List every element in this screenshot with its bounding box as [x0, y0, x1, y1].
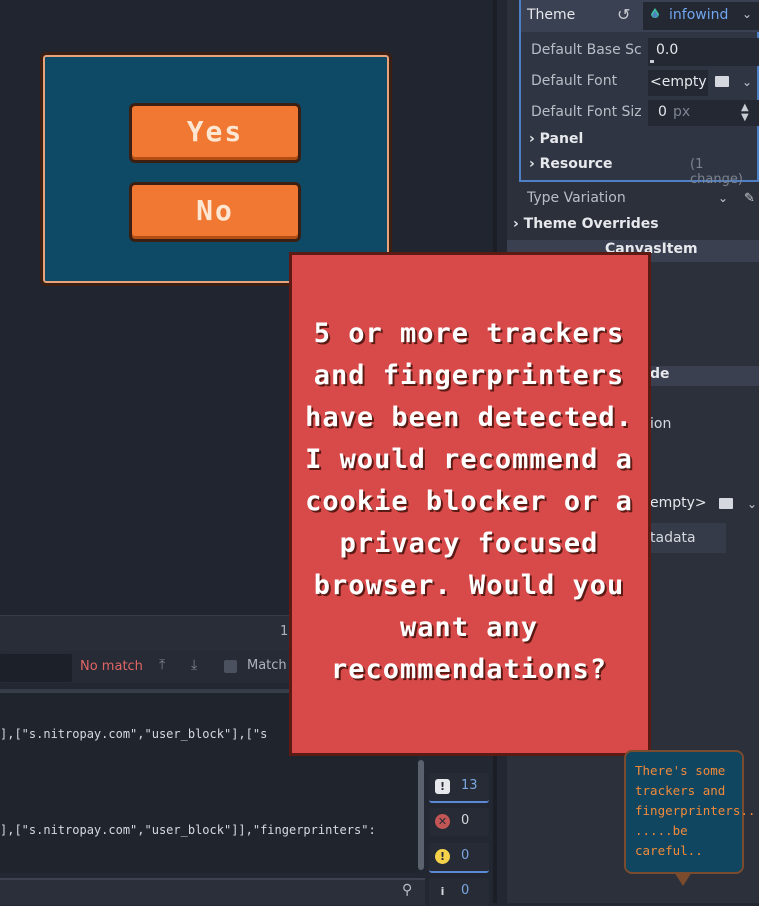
warnings-filter-button[interactable]: ! 0 — [429, 843, 489, 873]
tab-number: 1 — [280, 624, 289, 639]
panel-section[interactable]: › Panel — [529, 131, 583, 147]
default-font-value: <empty — [650, 74, 707, 90]
chevron-right-icon: › — [529, 131, 540, 147]
warnings-count: 0 — [461, 848, 470, 863]
output-tab-bar — [0, 615, 290, 652]
debug-count: 0 — [461, 883, 470, 898]
chevron-down-icon[interactable]: ⌄ — [718, 191, 728, 205]
default-base-scale-value: 0.0 — [656, 42, 679, 58]
theme-label: Theme — [527, 7, 576, 23]
theme-overrides-label: Theme Overrides — [523, 216, 659, 232]
partial-property-label: ion — [650, 416, 672, 432]
search-icon[interactable]: ⚲ — [402, 882, 412, 898]
find-previous-icon[interactable]: ⤒ — [159, 657, 165, 673]
folder-icon[interactable] — [715, 76, 729, 87]
script-value[interactable]: empty> — [650, 495, 707, 511]
theme-resource-icon — [651, 8, 659, 18]
message-icon: ! — [435, 779, 450, 794]
match-case-checkbox[interactable] — [224, 660, 237, 673]
find-next-icon[interactable]: ⤓ — [191, 657, 197, 673]
chevron-down-icon[interactable]: ⌄ — [742, 75, 752, 89]
add-metadata-label: tadata — [650, 530, 696, 546]
output-line: ],["s.nitropay.com","user_block"],["s — [0, 727, 268, 741]
type-variation-label: Type Variation — [527, 190, 626, 206]
revert-icon[interactable]: ↺ — [617, 5, 630, 24]
folder-icon[interactable] — [719, 498, 733, 509]
scale-slider-grabber[interactable] — [650, 60, 654, 63]
yes-no-dialog — [40, 52, 392, 286]
no-button[interactable]: No — [129, 182, 301, 242]
match-case-label: Match — [247, 658, 287, 673]
tooltip-text: There's some trackers and fingerprinters… — [635, 763, 756, 858]
panel-section-label: Panel — [539, 131, 584, 147]
tooltip-tail — [674, 872, 692, 886]
output-line: ],["s.nitropay.com","user_block"]],"fing… — [0, 823, 376, 837]
edit-icon[interactable]: ✎ — [744, 191, 755, 206]
resource-section[interactable]: › Resource — [529, 156, 613, 172]
chevron-right-icon: › — [529, 156, 540, 172]
resource-change-count: (1 change) — [690, 157, 743, 187]
debug-filter-button[interactable]: i 0 — [429, 878, 489, 906]
default-base-scale-label: Default Base Sc — [531, 42, 642, 58]
default-font-label: Default Font — [531, 73, 618, 89]
debug-icon: i — [440, 885, 445, 898]
find-status: No match — [80, 659, 143, 674]
default-font-size-label: Default Font Siz — [531, 104, 642, 120]
tracker-warning-message: 5 or more trackers and fingerprinters ha… — [305, 318, 633, 685]
filter-bar[interactable] — [0, 878, 425, 905]
node-category-label: de — [650, 366, 670, 382]
chevron-down-icon[interactable]: ⌄ — [747, 497, 757, 511]
error-icon: ✕ — [435, 814, 450, 829]
messages-count: 13 — [461, 778, 478, 793]
find-input[interactable] — [0, 654, 72, 682]
theme-value: infowind — [669, 7, 729, 23]
spin-arrows-icon[interactable]: ▲ ▼ — [741, 103, 749, 123]
errors-filter-button[interactable]: ✕ 0 — [429, 808, 489, 836]
resource-section-label: Resource — [539, 156, 613, 172]
theme-overrides-section[interactable]: › Theme Overrides — [513, 216, 659, 232]
warning-icon: ! — [435, 849, 450, 864]
errors-count: 0 — [461, 813, 470, 828]
messages-filter-button[interactable]: ! 13 — [429, 773, 489, 803]
yes-button[interactable]: Yes — [129, 103, 301, 163]
font-size-unit: px — [673, 104, 691, 120]
output-scrollbar[interactable] — [418, 760, 424, 870]
default-font-size-value: 0 — [658, 104, 667, 120]
chevron-right-icon: › — [513, 216, 524, 232]
chevron-down-icon[interactable]: ⌄ — [742, 7, 752, 21]
